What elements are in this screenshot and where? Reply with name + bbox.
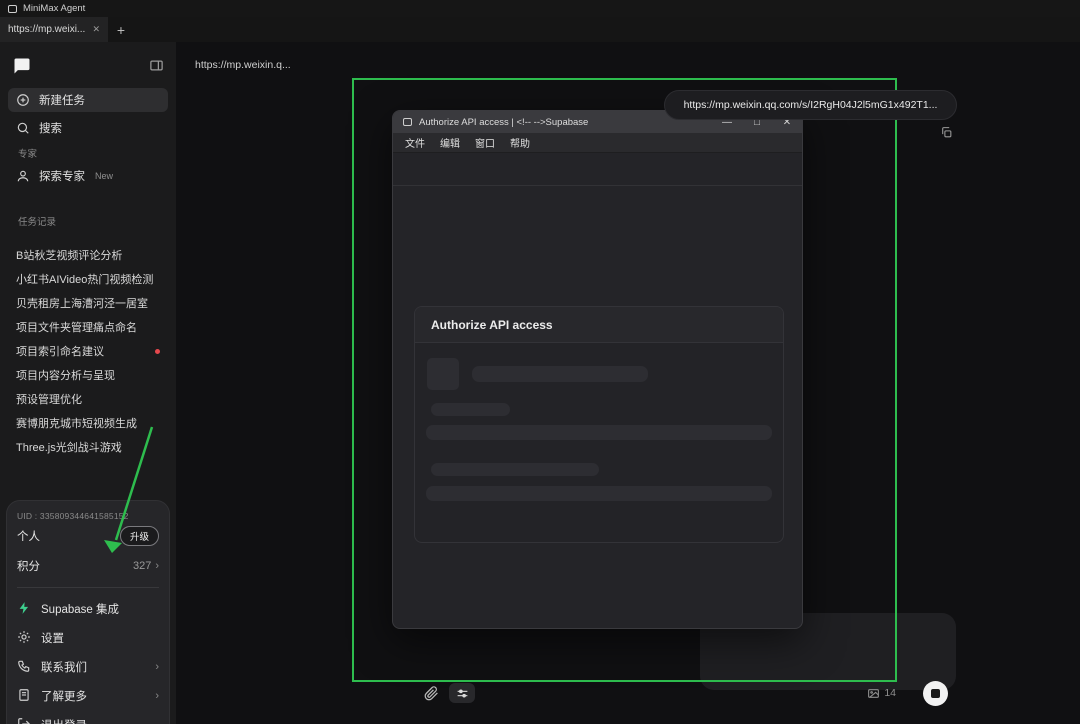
- supabase-label: Supabase 集成: [41, 601, 159, 617]
- explore-experts-label: 探索专家: [39, 168, 85, 184]
- user-panel: UID : 335809344641585152 个人 升级 积分 327 › S…: [6, 500, 170, 724]
- composer-toolbar: 14: [424, 678, 956, 708]
- settings-sliders-icon[interactable]: [449, 683, 475, 703]
- window-menubar: 文件 编辑 窗口 帮助: [393, 133, 802, 153]
- image-icon: [867, 687, 880, 700]
- chevron-right-icon: ›: [155, 690, 159, 702]
- chevron-right-icon: ›: [155, 560, 159, 572]
- page-url-text: https://mp.weixin.q...: [195, 59, 291, 71]
- task-item[interactable]: 预设管理优化: [8, 388, 168, 410]
- tab-close-icon[interactable]: ✕: [92, 24, 100, 35]
- stop-icon: [931, 689, 940, 698]
- stop-button[interactable]: [923, 681, 948, 706]
- authorize-window: Authorize API access | <!-- -->Supabase …: [392, 110, 803, 629]
- skeleton-line: [431, 463, 599, 476]
- lightning-bolt-icon: [17, 601, 32, 616]
- chevron-right-icon: ›: [155, 661, 159, 673]
- url-pill[interactable]: https://mp.weixin.qq.com/s/I2RgH04J2l5mG…: [664, 90, 957, 120]
- app-title: MiniMax Agent: [23, 3, 85, 14]
- skeleton-line: [426, 486, 772, 501]
- search-label: 搜索: [39, 120, 62, 136]
- supabase-integration-item[interactable]: Supabase 集成: [17, 594, 159, 623]
- points-row[interactable]: 积分 327 ›: [17, 551, 159, 581]
- image-count[interactable]: 14: [867, 687, 896, 700]
- unread-dot: [155, 349, 160, 354]
- learn-more-item[interactable]: 了解更多 ›: [17, 681, 159, 710]
- plus-circle-icon: [16, 93, 31, 108]
- browser-tab[interactable]: https://mp.weixi... ✕: [0, 17, 108, 42]
- gear-icon: [17, 630, 32, 645]
- points-label: 积分: [17, 558, 40, 574]
- menu-window[interactable]: 窗口: [475, 135, 495, 150]
- skeleton-avatar: [427, 358, 459, 390]
- logout-icon: [17, 717, 32, 724]
- attachment-icon[interactable]: [424, 686, 439, 701]
- task-item[interactable]: 赛博朋克城市短视频生成: [8, 412, 168, 434]
- settings-item[interactable]: 设置: [17, 623, 159, 652]
- screen: MiniMax Agent https://mp.weixi... ✕ + 新建…: [0, 0, 1080, 724]
- skeleton-line: [472, 366, 648, 382]
- sidebar: 新建任务 搜索 专家 探索专家 New 任务记录 B站秋芝视频评论分析 小红书A…: [0, 42, 176, 724]
- panel-divider: [17, 587, 159, 588]
- task-item[interactable]: Three.js光剑战斗游戏: [8, 436, 168, 458]
- task-item[interactable]: 贝壳租房上海漕河泾一居室: [8, 292, 168, 314]
- explore-experts-button[interactable]: 探索专家 New: [8, 164, 168, 188]
- document-icon: [17, 688, 32, 703]
- window-title: Authorize API access | <!-- -->Supabase: [419, 117, 712, 128]
- search-icon: [16, 121, 31, 136]
- tab-title: https://mp.weixi...: [8, 24, 85, 35]
- explore-experts-icon: [16, 169, 31, 184]
- logout-label: 退出登录: [41, 717, 159, 724]
- task-item[interactable]: 小红书AIVideo热门视频检测: [8, 268, 168, 290]
- menu-file[interactable]: 文件: [405, 135, 425, 150]
- task-item[interactable]: 项目内容分析与呈现: [8, 364, 168, 386]
- window-header-band: [393, 153, 802, 186]
- logout-item[interactable]: 退出登录: [17, 710, 159, 724]
- chat-logo-icon[interactable]: [12, 56, 32, 76]
- task-item[interactable]: B站秋芝视频评论分析: [8, 244, 168, 266]
- window-icon: [403, 118, 412, 126]
- new-task-label: 新建任务: [39, 92, 85, 108]
- experts-section-label: 专家: [18, 146, 37, 160]
- phone-icon: [17, 659, 32, 674]
- panel-toggle-icon[interactable]: [149, 58, 164, 73]
- skeleton-line: [431, 403, 510, 416]
- tasks-section-label: 任务记录: [18, 214, 56, 228]
- tab-bar: https://mp.weixi... ✕ +: [0, 17, 1080, 42]
- contact-us-item[interactable]: 联系我们 ›: [17, 652, 159, 681]
- task-item[interactable]: 项目文件夹管理痛点命名: [8, 316, 168, 338]
- authorize-card-body: [415, 343, 783, 543]
- main-area: https://mp.weixin.q... https://mp.weixin…: [176, 42, 1080, 724]
- image-count-value: 14: [884, 687, 896, 699]
- new-badge: New: [95, 171, 113, 181]
- task-item[interactable]: 项目索引命名建议: [8, 340, 168, 362]
- user-uid: UID : 335809344641585152: [17, 511, 159, 521]
- skeleton-line: [426, 425, 772, 440]
- titlebar: MiniMax Agent: [0, 0, 1080, 17]
- new-tab-button[interactable]: +: [108, 17, 134, 42]
- learn-more-label: 了解更多: [41, 688, 146, 704]
- settings-label: 设置: [41, 630, 159, 646]
- new-task-button[interactable]: 新建任务: [8, 88, 168, 112]
- points-value: 327: [133, 560, 151, 572]
- authorize-card-title: Authorize API access: [415, 307, 783, 343]
- copy-icon[interactable]: [940, 126, 953, 139]
- app-icon: [8, 5, 17, 13]
- menu-help[interactable]: 帮助: [510, 135, 530, 150]
- authorize-card: Authorize API access: [414, 306, 784, 543]
- menu-edit[interactable]: 编辑: [440, 135, 460, 150]
- personal-label: 个人: [17, 528, 40, 544]
- upgrade-button[interactable]: 升级: [120, 526, 159, 546]
- search-button[interactable]: 搜索: [8, 116, 168, 140]
- contact-us-label: 联系我们: [41, 659, 146, 675]
